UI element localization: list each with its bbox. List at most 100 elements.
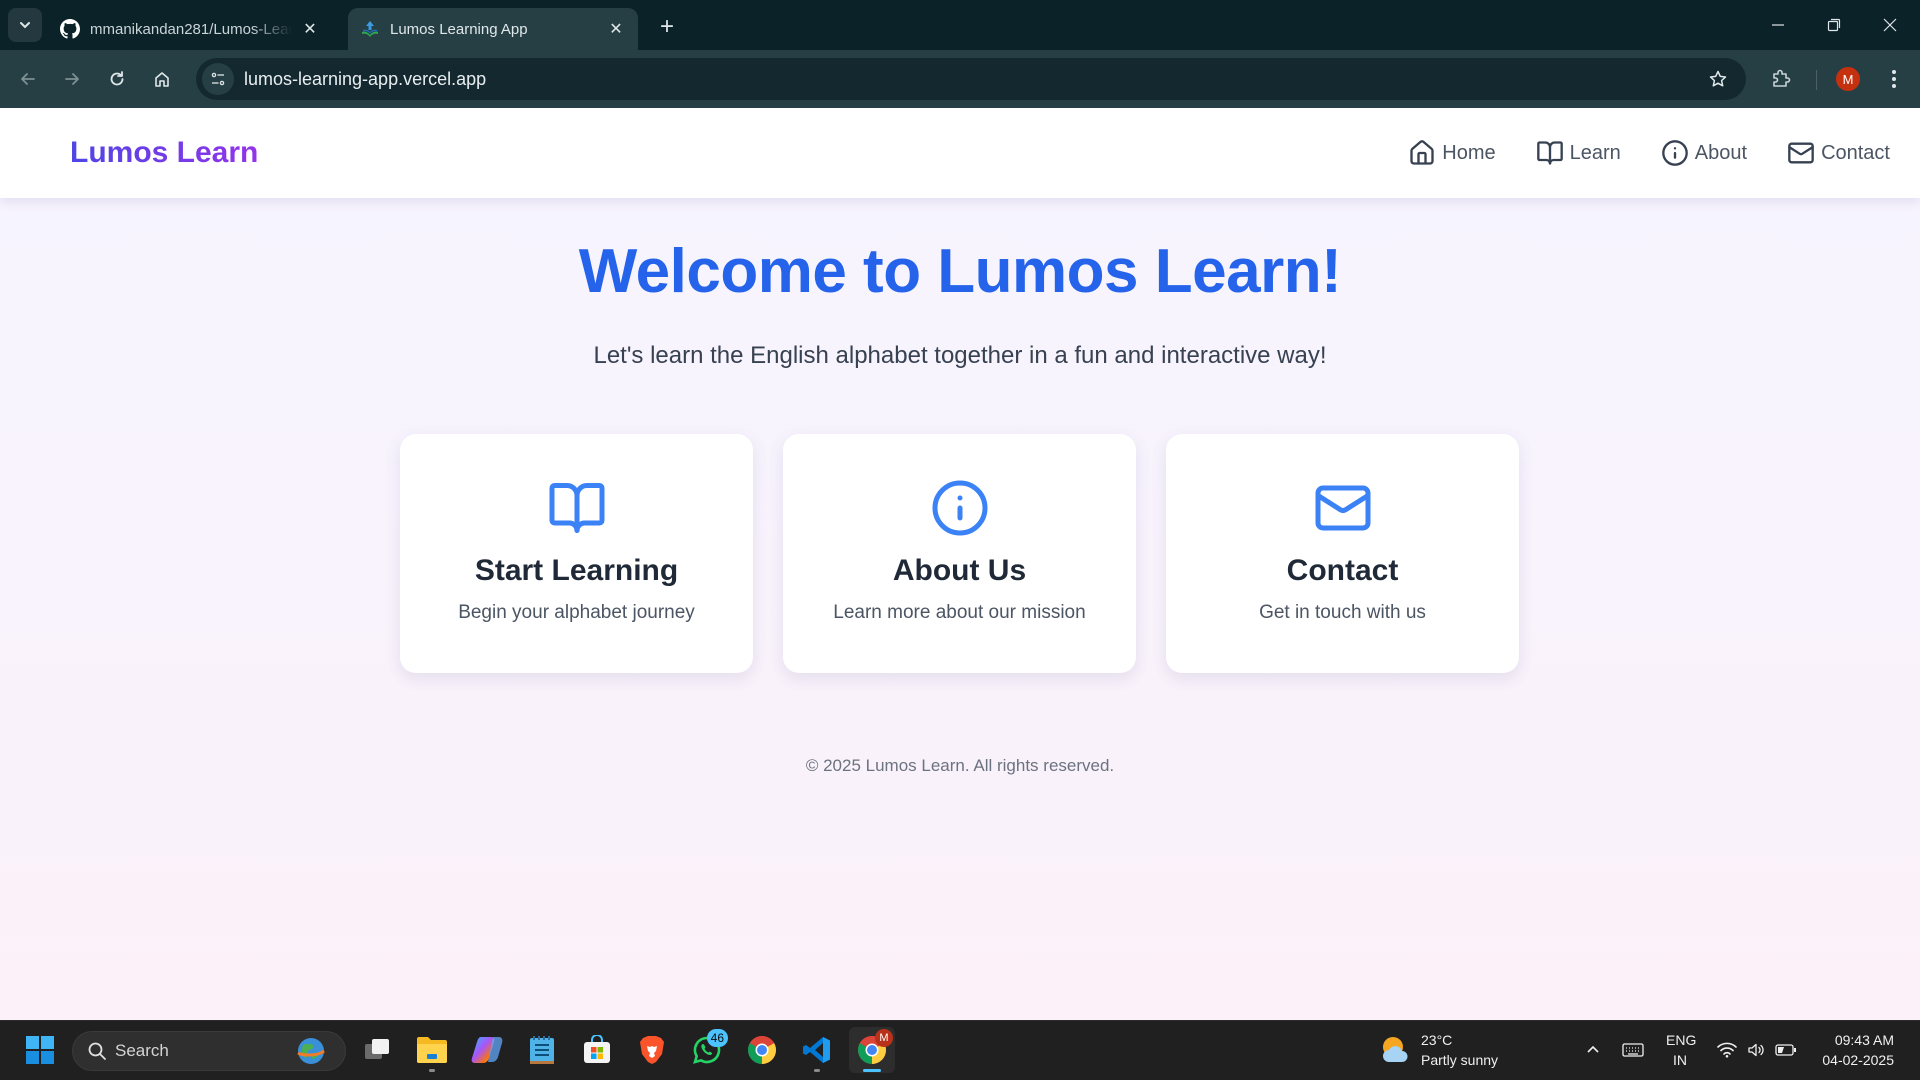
minimize-icon [1772, 24, 1784, 26]
card-description: Get in touch with us [1259, 602, 1426, 623]
site-logo[interactable]: Lumos Learn [70, 136, 258, 170]
taskbar-app-notepad[interactable] [519, 1027, 565, 1073]
star-icon [1709, 70, 1727, 87]
taskbar-app-file-explorer[interactable] [409, 1027, 455, 1073]
tab-lumos-learning-app[interactable]: Lumos Learning App ✕ [348, 8, 638, 50]
weather-temperature: 23°C [1421, 1032, 1453, 1048]
arrow-right-icon [65, 73, 79, 85]
active-indicator [863, 1069, 881, 1072]
card-contact[interactable]: Contact Get in touch with us [1166, 434, 1519, 673]
page-viewport: Lumos Learn Home Learn About Contact Wel… [0, 108, 1920, 1020]
brave-lion-icon [640, 1036, 664, 1064]
feature-cards: Start Learning Begin your alphabet journ… [400, 434, 1520, 673]
card-start-learning[interactable]: Start Learning Begin your alphabet journ… [400, 434, 753, 673]
clock-date: 04-02-2025 [1822, 1052, 1894, 1068]
avatar: M [1836, 67, 1860, 91]
close-tab-icon[interactable]: ✕ [300, 19, 320, 39]
taskbar-app-chrome[interactable] [739, 1027, 785, 1073]
chrome-icon [748, 1036, 776, 1064]
taskbar-app-task-view[interactable] [354, 1027, 400, 1073]
github-icon [60, 19, 80, 39]
close-tab-icon[interactable]: ✕ [606, 19, 626, 39]
reload-button[interactable] [101, 63, 133, 95]
hero-title: Welcome to Lumos Learn! [578, 237, 1342, 306]
tab-github[interactable]: mmanikandan281/Lumos-Learning-App ✕ [48, 8, 332, 50]
close-window-button[interactable] [1862, 0, 1918, 50]
notification-badge: 46 [706, 1029, 728, 1047]
nav-contact[interactable]: Contact [1787, 139, 1890, 167]
card-title: About Us [892, 554, 1027, 587]
extensions-button[interactable] [1765, 63, 1797, 95]
search-icon [88, 1042, 106, 1060]
chevron-up-icon [1587, 1045, 1599, 1053]
puzzle-icon [1773, 69, 1791, 87]
new-tab-button[interactable]: + [652, 12, 682, 42]
nav-label: About [1694, 141, 1748, 164]
taskbar-app-vscode[interactable] [794, 1027, 840, 1073]
nav-label: Learn [1569, 141, 1621, 164]
bookmark-button[interactable] [1702, 63, 1734, 95]
profile-button[interactable]: M [1832, 63, 1864, 95]
lumos-app-icon [360, 19, 380, 39]
vscode-icon [803, 1037, 830, 1063]
taskbar-app-whatsapp[interactable]: 46 [684, 1027, 730, 1073]
mail-icon [1788, 142, 1814, 164]
nav-about[interactable]: About [1661, 139, 1747, 167]
browser-tabstrip: mmanikandan281/Lumos-Learning-App ✕ Lumo… [0, 0, 1920, 50]
mail-icon [1315, 485, 1370, 531]
quick-settings-button[interactable] [1712, 1027, 1802, 1073]
store-icon [584, 1035, 610, 1063]
nav-learn[interactable]: Learn [1536, 139, 1621, 167]
book-open-icon [1536, 141, 1563, 165]
info-icon [1661, 140, 1688, 166]
nav-label: Home [1442, 141, 1496, 164]
back-button[interactable] [12, 63, 44, 95]
card-about-us[interactable]: About Us Learn more about our mission [783, 434, 1136, 673]
tab-title: Lumos Learning App [390, 20, 528, 38]
minimize-button[interactable] [1750, 0, 1806, 50]
browser-toolbar: lumos-learning-app.vercel.app M [0, 50, 1920, 108]
url-text[interactable]: lumos-learning-app.vercel.app [244, 69, 1702, 90]
volume-icon [1748, 1043, 1764, 1057]
battery-charging-icon [1775, 1044, 1796, 1056]
touch-keyboard-button[interactable] [1617, 1027, 1649, 1073]
taskbar-app-brave[interactable] [629, 1027, 675, 1073]
keyboard-icon [1622, 1043, 1644, 1057]
card-title: Start Learning [474, 554, 679, 587]
taskbar-app-copilot[interactable] [464, 1027, 510, 1073]
site-header: Lumos Learn Home Learn About Contact [0, 108, 1920, 198]
nav-home[interactable]: Home [1408, 139, 1496, 167]
globe-icon [297, 1038, 325, 1064]
running-indicator [429, 1069, 435, 1072]
info-icon [932, 480, 987, 536]
site-footer: © 2025 Lumos Learn. All rights reserved. [805, 756, 1115, 775]
site-info-button[interactable] [202, 63, 234, 95]
taskbar-app-chrome-profile[interactable]: M [849, 1027, 895, 1073]
site-nav: Home Learn About Contact [1408, 108, 1890, 198]
forward-button[interactable] [56, 63, 88, 95]
running-indicator [814, 1069, 820, 1072]
reload-icon [110, 71, 124, 86]
more-vertical-icon [1892, 70, 1896, 88]
book-open-icon [549, 483, 604, 533]
taskbar-app-microsoft-store[interactable] [574, 1027, 620, 1073]
notepad-icon [530, 1036, 554, 1064]
task-view-icon [365, 1039, 389, 1059]
tab-search-button[interactable] [8, 8, 42, 42]
language-code: ENG [1666, 1032, 1697, 1048]
close-icon [1883, 18, 1897, 32]
home-icon [155, 72, 169, 87]
start-button[interactable] [17, 1027, 63, 1073]
home-button[interactable] [146, 63, 178, 95]
copilot-icon [471, 1037, 503, 1063]
show-hidden-icons-button[interactable] [1578, 1027, 1608, 1073]
profile-badge: M [875, 1029, 893, 1047]
taskbar-search[interactable]: Search [72, 1031, 346, 1071]
arrow-left-icon [21, 73, 35, 85]
card-title: Contact [1286, 554, 1399, 587]
card-description: Learn more about our mission [833, 602, 1086, 623]
address-bar[interactable]: lumos-learning-app.vercel.app [196, 58, 1746, 100]
restore-button[interactable] [1806, 0, 1862, 50]
region-code: IN [1673, 1052, 1687, 1068]
browser-menu-button[interactable] [1878, 63, 1910, 95]
